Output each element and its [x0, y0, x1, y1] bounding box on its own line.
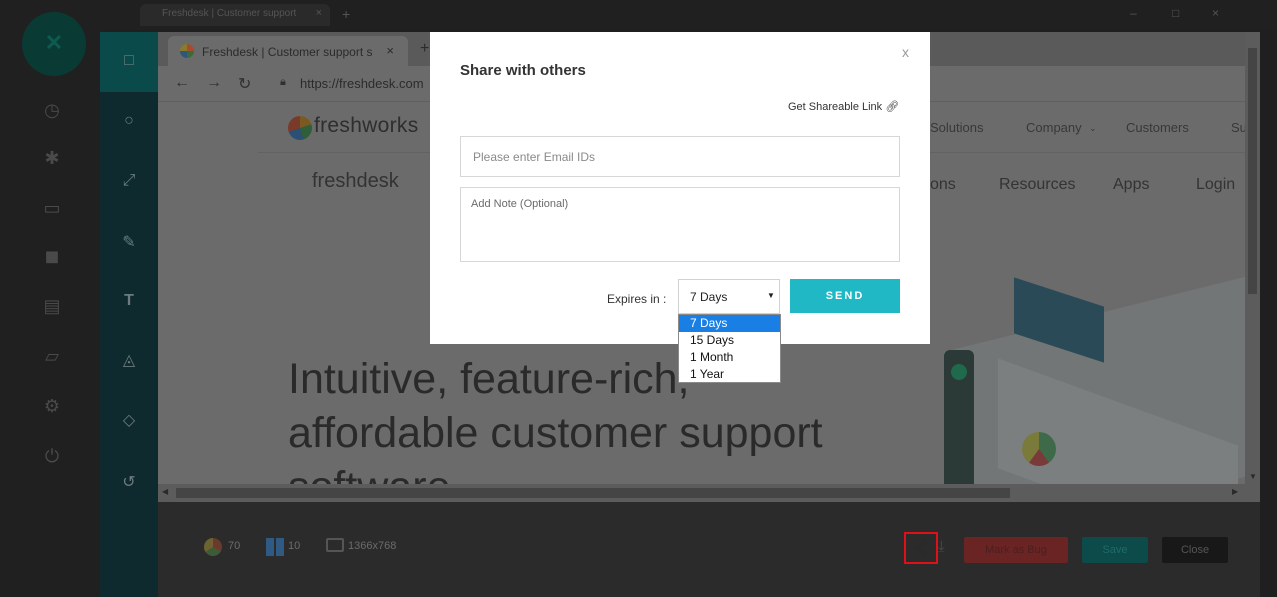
nav-solutions: Solutions [930, 120, 984, 135]
select-arrow-icon: ▼ [767, 291, 775, 300]
nav-customers: Customers [1126, 120, 1189, 135]
captured-tab: Freshdesk | Customer support s × [168, 36, 408, 66]
freshworks-logo-icon [288, 116, 312, 140]
outer-tab-close-icon[interactable]: × [316, 7, 322, 19]
maximize-icon[interactable]: □ [1172, 6, 1179, 20]
right-gutter [1260, 32, 1277, 597]
vertical-scroll-thumb[interactable] [1248, 48, 1257, 294]
expires-option-1-year[interactable]: 1 Year [679, 366, 780, 383]
save-button[interactable]: Save [1082, 537, 1148, 563]
power-icon[interactable]: ⏻ [40, 446, 64, 470]
chrome-icon [204, 538, 222, 556]
close-button[interactable]: Close [1162, 537, 1228, 563]
horizontal-scroll-thumb[interactable] [176, 488, 1010, 498]
modal-title: Share with others [460, 62, 586, 79]
captured-tab-close-icon: × [386, 43, 394, 58]
nav-login: Login [1196, 176, 1236, 193]
back-icon: ← [174, 74, 190, 91]
folder-icon[interactable]: ▱ [40, 346, 64, 370]
window-close-icon[interactable]: × [1212, 6, 1219, 20]
browser-version: 70 [228, 540, 241, 552]
minimize-icon[interactable]: – [1130, 6, 1137, 20]
screen-resolution: 1366x768 [348, 540, 397, 552]
outer-browser-tab[interactable]: Freshdesk | Customer support × [140, 4, 330, 26]
expires-option-1-month[interactable]: 1 Month [679, 349, 780, 366]
expires-dropdown-list: 7 Days 15 Days 1 Month 1 Year [678, 314, 781, 383]
eraser-icon[interactable]: ◇ [117, 410, 141, 434]
freshdesk-favicon-icon [180, 44, 194, 58]
nav-company: Company [1026, 120, 1082, 135]
expires-label: Expires in : [607, 292, 667, 306]
reload-icon: ↻ [238, 76, 252, 93]
hero-line-2: affordable customer support [288, 409, 823, 457]
scroll-left-icon[interactable]: ◀ [162, 487, 168, 496]
share-button[interactable] [904, 532, 938, 564]
freshdesk-wordmark: freshdesk [312, 170, 399, 192]
gear-icon[interactable]: ⚙ [40, 396, 64, 420]
vertical-scrollbar[interactable]: ▼ [1245, 32, 1260, 502]
horizontal-scrollbar[interactable]: ◀ ▶ [158, 484, 1245, 502]
clock-icon[interactable]: ◷ [40, 100, 64, 124]
captured-tab-title: Freshdesk | Customer support s [202, 45, 373, 59]
circle-icon[interactable]: ○ [117, 112, 141, 136]
video-icon[interactable]: ▭ [40, 198, 64, 222]
square-icon[interactable]: □ [117, 52, 141, 76]
shareable-link-label: Get Shareable Link [788, 101, 883, 113]
nav-solutions-partial: ons [930, 176, 956, 193]
nav-company-chevron-icon: ⌄ [1089, 123, 1097, 133]
expires-option-15-days[interactable]: 15 Days [679, 332, 780, 349]
share-icon [914, 540, 928, 556]
logo-x-icon: ✕ [44, 30, 64, 55]
nav-apps: Apps [1113, 176, 1150, 193]
app-sidebar: ✕ ◷ ✱ ▭ ◼ ▤ ▱ ⚙ ⏻ [0, 0, 100, 597]
expires-select[interactable]: 7 Days ▼ [678, 279, 780, 314]
outer-new-tab-icon[interactable]: + [342, 6, 350, 22]
email-input[interactable] [460, 136, 900, 177]
expires-selected-value: 7 Days [690, 290, 728, 304]
bug-icon[interactable]: ✱ [40, 148, 64, 172]
scroll-right-icon[interactable]: ▶ [1232, 487, 1238, 496]
freshworks-wordmark: freshworks [314, 114, 419, 137]
hero-illustration-pie-icon [1022, 432, 1056, 466]
link-icon: 🔗︎ [885, 101, 900, 113]
outer-browser-tabbar: Freshdesk | Customer support × + – □ × [0, 0, 1277, 30]
captured-new-tab-icon: + [420, 40, 430, 57]
pen-icon[interactable]: ✎ [117, 232, 141, 256]
lock-icon: 🔒︎ [280, 76, 286, 88]
app-logo[interactable]: ✕ [22, 12, 86, 76]
bottom-action-bar: 70 10 1366x768 ⤓ Mark as Bug Save Close [158, 502, 1260, 597]
modal-close-icon[interactable]: x [902, 44, 909, 60]
expires-option-7-days[interactable]: 7 Days [679, 315, 780, 332]
scroll-down-icon[interactable]: ▼ [1249, 472, 1257, 481]
os-version: 10 [288, 540, 301, 552]
hero-illustration-dot [951, 364, 967, 380]
outer-tab-title: Freshdesk | Customer support [162, 8, 297, 19]
download-icon[interactable]: ⤓ [938, 538, 945, 555]
monitor-resolution-icon [326, 538, 344, 552]
get-shareable-link[interactable]: Get Shareable Link 🔗︎ [788, 100, 899, 113]
note-textarea[interactable] [460, 187, 900, 262]
nav-resources: Resources [999, 176, 1076, 193]
annotation-toolbar: □ ○ ⤢ ✎ T ◬ ◇ ↺ [100, 32, 158, 597]
arrow-icon[interactable]: ⤢ [117, 172, 141, 196]
fill-icon[interactable]: ◬ [117, 350, 141, 374]
share-modal: Share with others x Get Shareable Link 🔗… [430, 32, 930, 344]
windows-icon [266, 538, 284, 556]
stop-icon[interactable]: ◼ [40, 246, 64, 270]
text-icon[interactable]: T [117, 292, 141, 316]
captured-url: https://freshdesk.com [300, 76, 424, 91]
forward-icon: → [206, 74, 222, 91]
send-button[interactable]: SEND [790, 279, 900, 313]
monitor-icon[interactable]: ▤ [40, 296, 64, 320]
mark-as-bug-button[interactable]: Mark as Bug [964, 537, 1068, 563]
undo-icon[interactable]: ↺ [117, 472, 141, 496]
